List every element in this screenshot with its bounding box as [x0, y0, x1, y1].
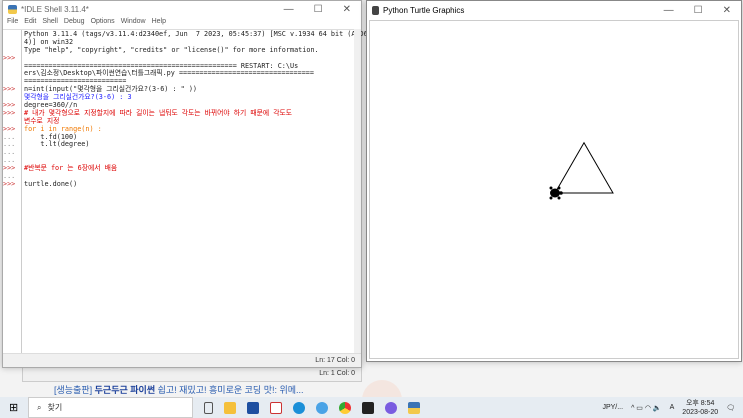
- clock-time: 오후 8:54: [685, 399, 715, 407]
- menu-window[interactable]: Window: [121, 18, 146, 28]
- edge-icon[interactable]: [293, 401, 305, 414]
- turtle-window: Python Turtle Graphics — ☐ ✕: [366, 0, 742, 362]
- prompt: >>>: [3, 179, 16, 188]
- shell-output[interactable]: Python 3.11.4 (tags/v3.11.4:d2340ef, Jun…: [21, 30, 368, 353]
- maximize-button[interactable]: ☐: [314, 4, 323, 15]
- shell-line: Type "help", "copyright", "credits" or "…: [24, 45, 319, 54]
- notification-icon[interactable]: 🗨: [726, 404, 735, 412]
- python-icon: [8, 5, 17, 14]
- turtle-canvas[interactable]: [369, 20, 739, 359]
- shell-line: t.lt(degree): [24, 140, 90, 149]
- app-icon[interactable]: [270, 401, 282, 414]
- triangle-path: [554, 141, 614, 194]
- menu-shell[interactable]: Shell: [42, 18, 58, 28]
- turtle-drawing: [549, 141, 614, 200]
- tray-icons[interactable]: ^ ▭ ◠ 🔈: [631, 404, 662, 412]
- menu-debug[interactable]: Debug: [64, 18, 85, 28]
- prompt: >>>: [3, 108, 16, 117]
- shell-line: [24, 149, 352, 157]
- prompt: [3, 31, 21, 39]
- shell-line: # 내가 몇각형으로 지정할지에 따라 길이는 냅둬도 각도는 바뀌어야 하기 …: [24, 108, 292, 117]
- taskbar: ⊞ ⌕ 찾기 JPY/... ^ ▭ ◠ 🔈 A 오후 8:54 2023-08-2…: [0, 397, 743, 418]
- minimize-button[interactable]: —: [284, 4, 294, 15]
- prompt: [3, 39, 21, 47]
- background-status: Ln: 1 Col: 0: [319, 370, 355, 377]
- file-explorer-icon[interactable]: [224, 401, 236, 414]
- turtle-title-bar: Python Turtle Graphics — ☐ ✕: [367, 1, 741, 20]
- idle-shell-window: *IDLE Shell 3.11.4* — ☐ ✕ File Edit Shell Deb…: [2, 0, 368, 368]
- status-bar: Ln: 17 Col: 0: [3, 353, 361, 367]
- window-title: *IDLE Shell 3.11.4*: [21, 5, 89, 14]
- scrollbar[interactable]: [354, 29, 361, 353]
- chrome-icon[interactable]: [339, 401, 351, 414]
- store-icon[interactable]: [247, 401, 259, 414]
- close-button[interactable]: ✕: [343, 4, 351, 15]
- menu-file[interactable]: File: [7, 18, 18, 28]
- clock[interactable]: 오후 8:54 2023-08-20: [682, 399, 718, 417]
- search-label: 찾기: [47, 403, 63, 412]
- prompt-gutter: >>> >>> >>> >>> >>>............ >>>... >>>: [3, 30, 21, 353]
- start-button[interactable]: ⊞: [9, 401, 18, 414]
- ime-indicator[interactable]: A: [670, 404, 675, 411]
- blog-prefix: [생능출판]: [54, 385, 93, 395]
- menu-help[interactable]: Help: [152, 18, 166, 28]
- python-taskbar-icon[interactable]: [408, 401, 420, 414]
- title-bar: *IDLE Shell 3.11.4* — ☐ ✕: [3, 1, 361, 18]
- prompt: [3, 63, 21, 71]
- prompt: >>>: [3, 53, 16, 62]
- shell-line: Python 3.11.4 (tags/v3.11.4:d2340ef, Jun…: [24, 30, 368, 38]
- menu-edit[interactable]: Edit: [24, 18, 36, 28]
- prompt: [3, 70, 21, 78]
- turtle-maximize-button[interactable]: ☐: [694, 5, 703, 16]
- search-icon: ⌕: [37, 402, 42, 412]
- shell-line: turtle.done(): [24, 179, 78, 188]
- turtle-icon: [549, 186, 563, 200]
- clock-date: 2023-08-20: [682, 408, 719, 416]
- sticky-notes-icon[interactable]: [362, 401, 374, 414]
- menu-options[interactable]: Options: [91, 18, 115, 28]
- turtle-minimize-button[interactable]: —: [664, 5, 674, 16]
- blog-link[interactable]: [생능출판] 두근두근 파이썬 쉽고! 재밌고! 흥미로운 코딩 맛!: 위메.…: [54, 383, 304, 396]
- blog-bold: 두근두근 파이썬: [94, 385, 156, 395]
- turtle-window-title: Python Turtle Graphics: [383, 6, 465, 15]
- copilot-icon[interactable]: [385, 401, 397, 414]
- taskbar-search[interactable]: ⌕ 찾기: [28, 397, 193, 418]
- shell-line: #반복문 for 는 6장에서 배움: [24, 164, 118, 173]
- prompt: >>>: [3, 85, 16, 94]
- turtle-app-icon: [372, 6, 379, 15]
- shell-text[interactable]: >>> >>> >>> >>> >>>............ >>>... >>> Pyt…: [3, 29, 368, 353]
- weather-widget[interactable]: JPY/...: [602, 404, 623, 411]
- ie-icon[interactable]: [316, 401, 328, 414]
- menu-bar: File Edit Shell Debug Options Window Help: [3, 18, 361, 28]
- system-tray: JPY/... ^ ▭ ◠ 🔈 A 오후 8:54 2023-08-20 🗨: [602, 399, 743, 417]
- task-view-icon[interactable]: [204, 401, 213, 414]
- turtle-close-button[interactable]: ✕: [723, 5, 731, 16]
- blog-rest: 쉽고! 재밌고! 흥미로운 코딩 맛!: 위메...: [157, 385, 304, 395]
